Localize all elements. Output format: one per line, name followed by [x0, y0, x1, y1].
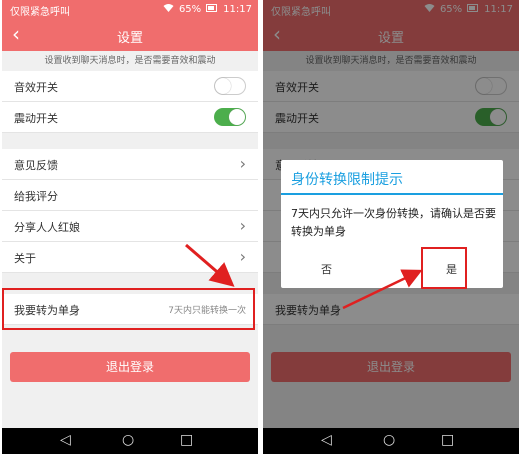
vibrate-toggle-row[interactable]: 震动开关: [2, 102, 258, 133]
chevron-right-icon: ›: [239, 216, 246, 235]
time: 11:17: [223, 3, 252, 15]
menu-item-label: 关于: [14, 252, 36, 265]
status-bar: 仅限紧急呼叫 65% 11:17: [2, 0, 258, 19]
dialog-title: 身份转换限制提示: [291, 172, 403, 188]
nav-recent-icon[interactable]: □: [441, 432, 454, 448]
menu-item-label: 意见反馈: [14, 159, 58, 172]
settings-screen-dialog: 仅限紧急呼叫 65% 11:17 ‹ 设置 设置收到聊天消息时，是否需要音效和震…: [263, 0, 519, 454]
nav-bar: ◁ ○ □: [263, 428, 519, 454]
battery-percent: 65%: [178, 3, 202, 15]
nav-back-icon[interactable]: ◁: [321, 432, 332, 448]
settings-screen: 仅限紧急呼叫 65% 11:17 ‹ 设置 设置收到聊天消息时，是否需要音效和震…: [2, 0, 258, 454]
menu-item-share[interactable]: 分享人人红娘 ›: [2, 211, 258, 242]
dialog-divider: [281, 193, 503, 195]
dialog-message: 7天内只允许一次身份转换，请确认是否要转换为单身: [291, 207, 496, 238]
menu-item-label: 给我评分: [14, 190, 58, 203]
menu-item-about[interactable]: 关于 ›: [2, 242, 258, 273]
chevron-right-icon: ›: [239, 154, 246, 173]
menu-item-label: 分享人人红娘: [14, 221, 80, 234]
page-title: 设置: [116, 31, 143, 46]
sound-toggle-label: 音效开关: [14, 81, 58, 94]
battery-icon: [206, 3, 218, 15]
menu-item-feedback[interactable]: 意见反馈 ›: [2, 149, 258, 180]
confirm-dialog: 身份转换限制提示 7天内只允许一次身份转换，请确认是否要转换为单身 否 是: [281, 160, 503, 288]
dialog-no-button[interactable]: 否: [321, 261, 332, 277]
sound-toggle[interactable]: [214, 77, 246, 95]
logout-button[interactable]: 退出登录: [10, 352, 250, 382]
nav-bar: ◁ ○ □: [2, 428, 258, 454]
title-bar: ‹ 设置: [2, 19, 258, 51]
highlight-box: [2, 288, 255, 330]
nav-home-icon[interactable]: ○: [383, 432, 395, 448]
chevron-right-icon: ›: [239, 247, 246, 266]
nav-back-icon[interactable]: ◁: [60, 432, 71, 448]
vibrate-toggle-label: 震动开关: [14, 112, 58, 125]
nav-recent-icon[interactable]: □: [180, 432, 193, 448]
sound-toggle-row[interactable]: 音效开关: [2, 71, 258, 102]
nav-home-icon[interactable]: ○: [122, 432, 134, 448]
carrier-text: 仅限紧急呼叫: [10, 7, 70, 18]
highlight-box: [421, 247, 467, 289]
notice-text: 设置收到聊天消息时，是否需要音效和震动: [2, 51, 258, 71]
wifi-icon: [163, 3, 174, 15]
vibrate-toggle[interactable]: [214, 108, 246, 126]
menu-item-rate[interactable]: 给我评分: [2, 180, 258, 211]
